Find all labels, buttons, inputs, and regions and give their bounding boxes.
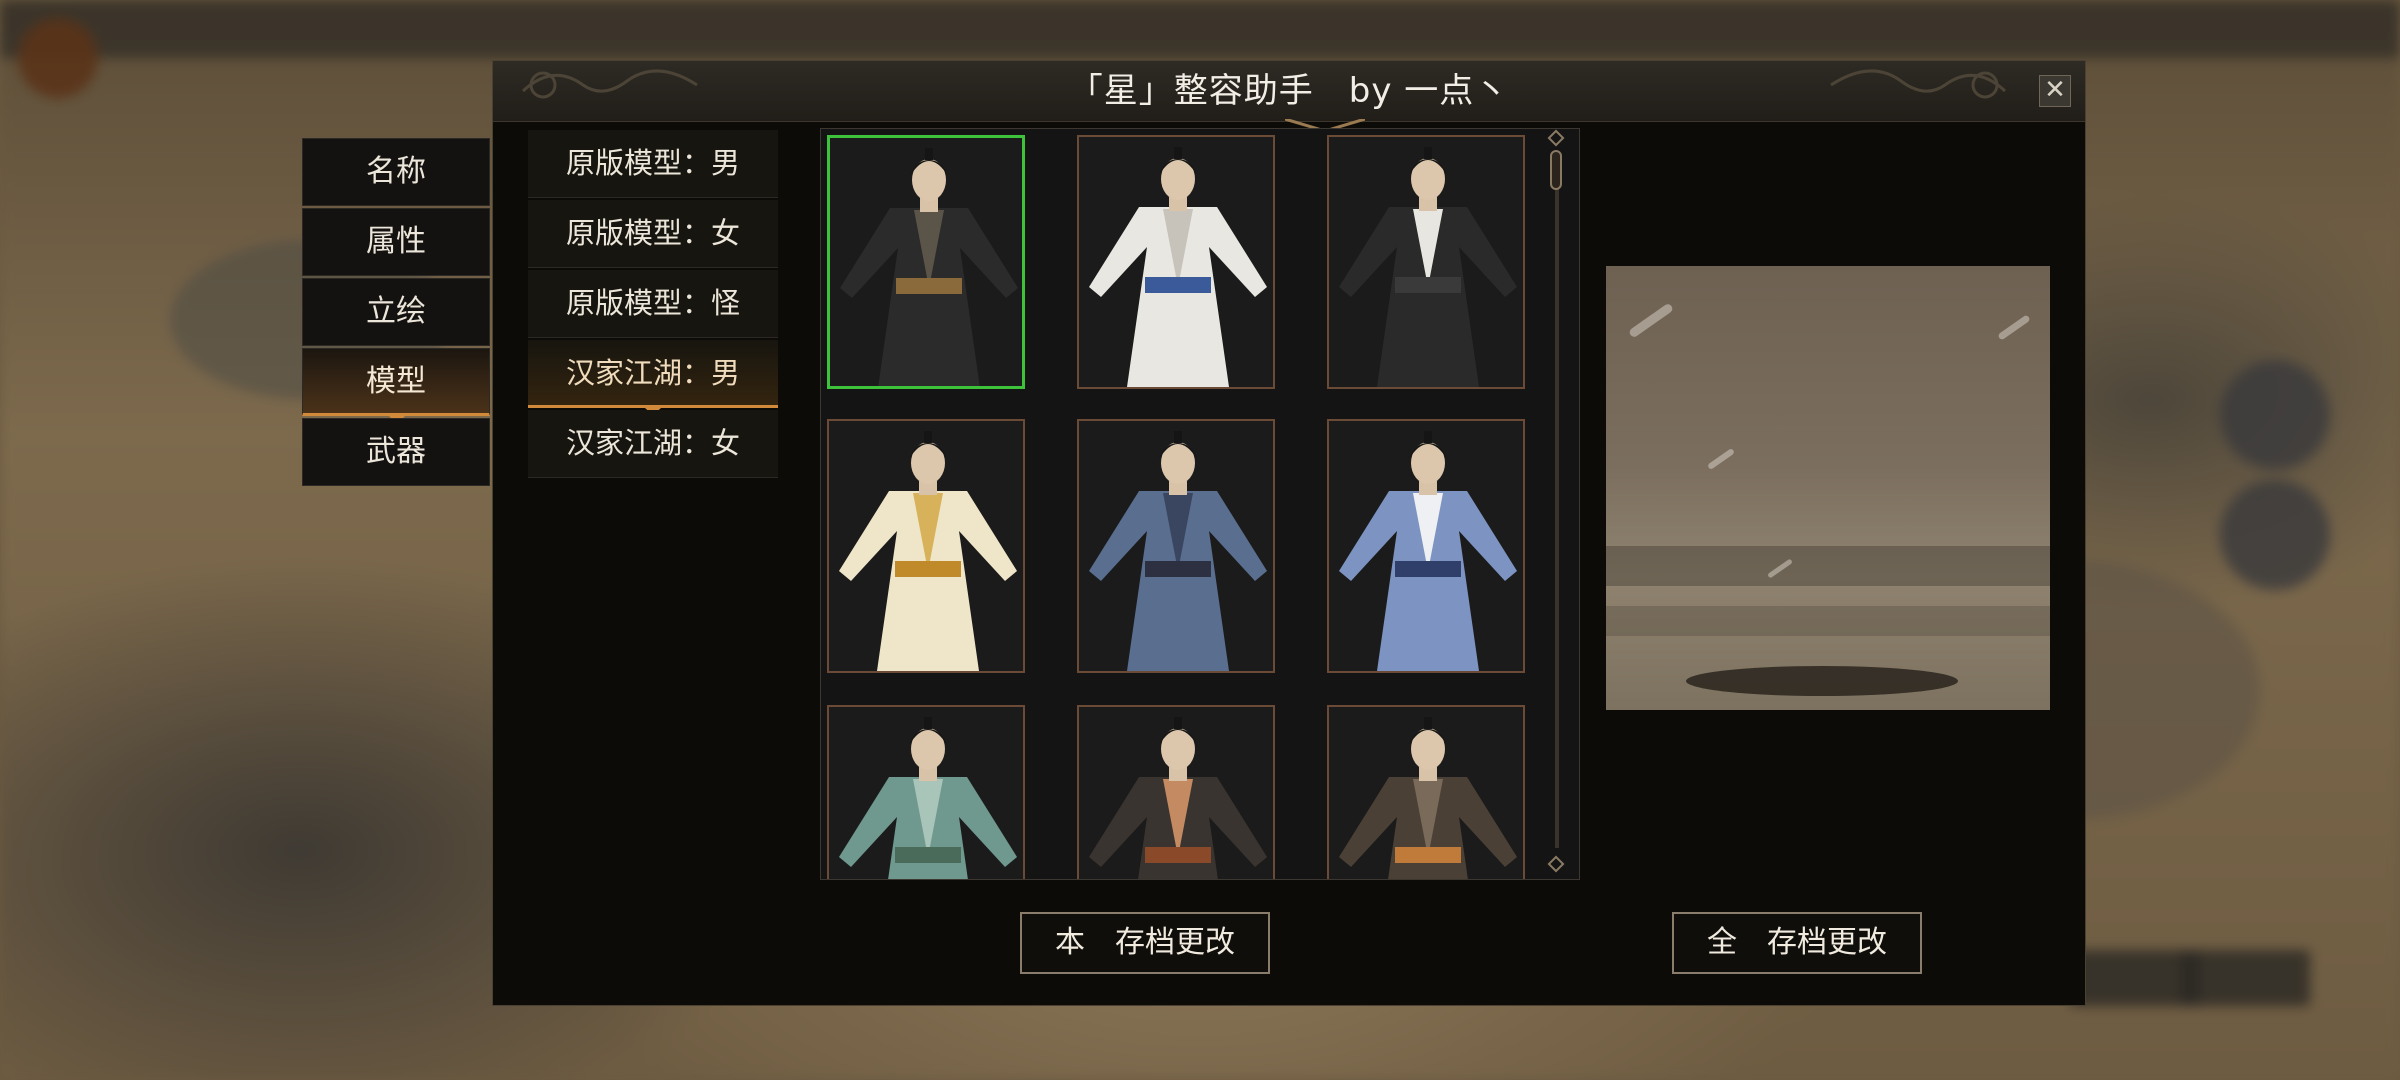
tab-model[interactable]: 模型 <box>302 348 490 424</box>
model-ground-shadow <box>1686 666 1958 696</box>
model-card[interactable] <box>827 135 1025 389</box>
character-model-figure <box>1339 431 1517 671</box>
scroll-down-arrow-icon[interactable] <box>1547 855 1565 873</box>
close-button[interactable]: ✕ <box>2039 75 2071 107</box>
scroll-up-arrow-icon[interactable] <box>1547 129 1565 147</box>
model-card[interactable] <box>1327 705 1525 879</box>
character-model-figure <box>839 431 1017 671</box>
save-all-button[interactable]: 全 存档更改 <box>1672 912 1922 974</box>
tab-weapon[interactable]: 武器 <box>302 418 490 486</box>
dialog-title: 「星」整容助手 by 一点丶 <box>1068 71 1510 111</box>
source-original-male[interactable]: 原版模型：男 <box>528 130 778 198</box>
model-card[interactable] <box>1077 419 1275 673</box>
tab-portrait[interactable]: 立绘 <box>302 278 490 346</box>
source-original-female[interactable]: 原版模型：女 <box>528 200 778 268</box>
model-preview <box>1606 266 2050 710</box>
model-card[interactable] <box>827 705 1025 879</box>
tab-attributes[interactable]: 属性 <box>302 208 490 276</box>
tab-name[interactable]: 名称 <box>302 138 490 206</box>
scroll-thumb[interactable] <box>1550 150 1562 190</box>
source-hanjia-female[interactable]: 汉家江湖：女 <box>528 410 778 478</box>
model-card[interactable] <box>827 419 1025 673</box>
character-model-figure <box>840 148 1018 386</box>
model-grid <box>820 128 1580 880</box>
model-source-list: 原版模型：男 原版模型：女 原版模型：怪 汉家江湖：男 汉家江湖：女 <box>528 130 778 480</box>
dialog-titlebar: 「星」整容助手 by 一点丶 ✕ <box>493 61 2085 122</box>
model-card[interactable] <box>1077 135 1275 389</box>
character-model-figure <box>1339 147 1517 387</box>
model-card[interactable] <box>1327 135 1525 389</box>
model-grid-scrollbar[interactable] <box>1544 128 1570 880</box>
source-original-monster[interactable]: 原版模型：怪 <box>528 270 778 338</box>
source-hanjia-male[interactable]: 汉家江湖：男 <box>528 340 778 415</box>
character-model-figure <box>1089 717 1267 879</box>
character-model-figure <box>1339 717 1517 879</box>
character-model-figure <box>1089 431 1267 671</box>
character-model-figure <box>839 717 1017 879</box>
model-card[interactable] <box>1077 705 1275 879</box>
model-card[interactable] <box>1327 419 1525 673</box>
category-tabs: 名称 属性 立绘 模型 武器 <box>302 138 492 488</box>
save-current-button[interactable]: 本 存档更改 <box>1020 912 1270 974</box>
character-model-figure <box>1089 147 1267 387</box>
